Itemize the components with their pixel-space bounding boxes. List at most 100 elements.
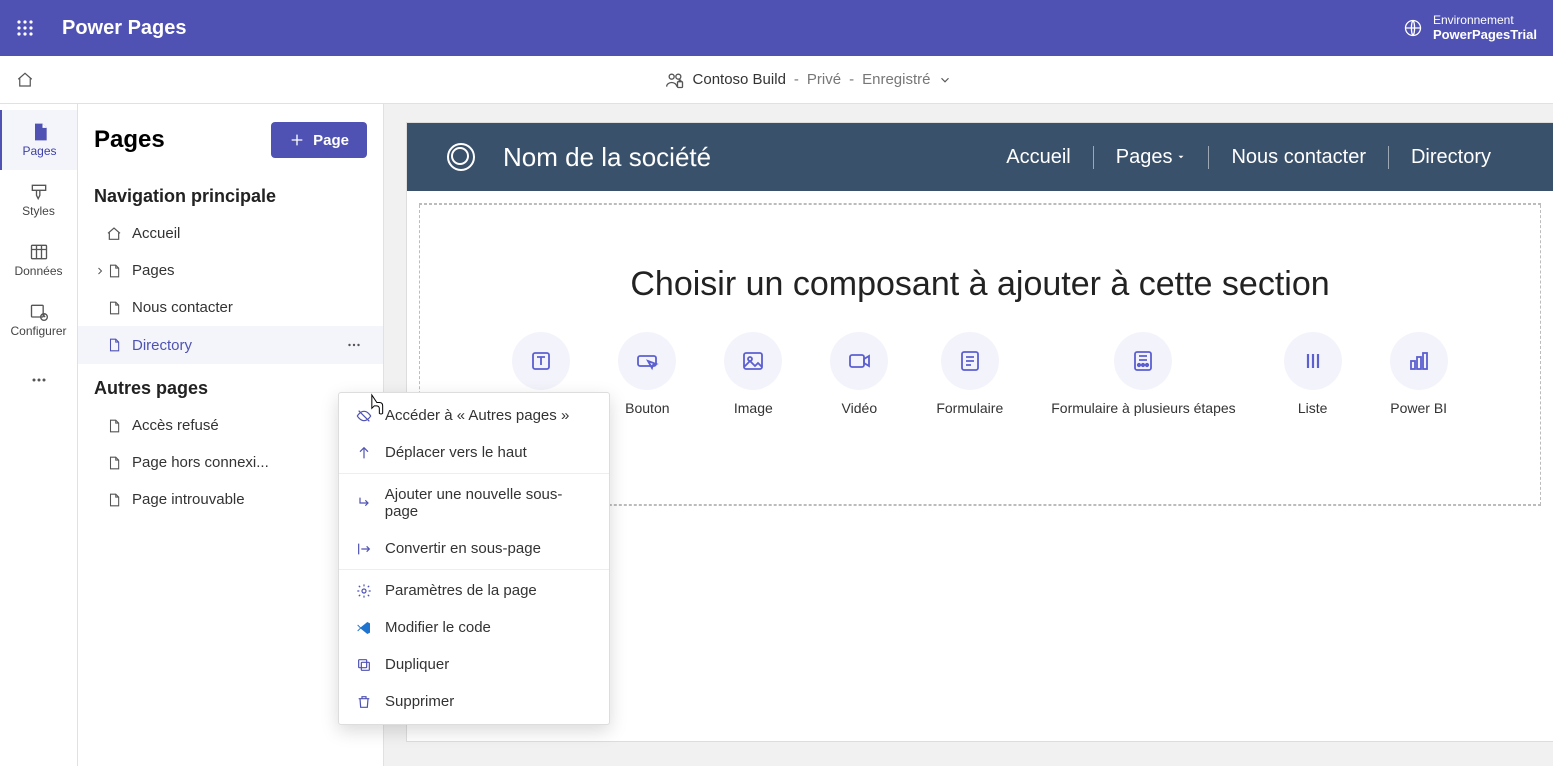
nav-item-configure[interactable]: Configurer bbox=[0, 290, 77, 350]
pages-panel-title: Pages bbox=[94, 126, 165, 154]
ctx-convert-subpage[interactable]: Convertir en sous-page bbox=[339, 530, 609, 567]
caret-down-icon bbox=[1176, 152, 1186, 162]
page-context-menu: Accéder à « Autres pages » Déplacer vers… bbox=[338, 392, 610, 725]
ctx-label: Accéder à « Autres pages » bbox=[385, 407, 569, 424]
component-form[interactable]: Formulaire bbox=[936, 332, 1003, 416]
site-nav-links: Accueil Pages Nous contacter Directory bbox=[984, 146, 1513, 169]
indent-icon bbox=[355, 541, 373, 557]
home-icon bbox=[106, 226, 122, 242]
form-icon bbox=[941, 332, 999, 390]
environment-picker[interactable]: Environnement PowerPagesTrial bbox=[1403, 13, 1537, 43]
add-page-label: Page bbox=[313, 132, 349, 149]
component-label: Vidéo bbox=[842, 400, 878, 416]
brush-icon bbox=[29, 182, 49, 202]
tree-item-label: Page introuvable bbox=[132, 491, 245, 508]
component-list[interactable]: Liste bbox=[1284, 332, 1342, 416]
tree-item-label: Accès refusé bbox=[132, 417, 219, 434]
tree-item-directory[interactable]: Directory bbox=[78, 326, 383, 364]
people-private-icon bbox=[665, 70, 685, 90]
pages-icon bbox=[30, 122, 50, 142]
environment-label: Environnement bbox=[1433, 13, 1537, 27]
nav-item-label: Pages bbox=[22, 144, 56, 158]
eye-off-icon bbox=[355, 408, 373, 424]
nav-item-pages[interactable]: Pages bbox=[0, 110, 77, 170]
ctx-add-subpage[interactable]: Ajouter une nouvelle sous-page bbox=[339, 476, 609, 530]
app-title[interactable]: Power Pages bbox=[62, 17, 187, 40]
site-sep1: - bbox=[794, 71, 799, 88]
header-left: Power Pages bbox=[16, 17, 187, 40]
site-link-accueil[interactable]: Accueil bbox=[984, 146, 1092, 169]
site-link-directory[interactable]: Directory bbox=[1388, 146, 1513, 169]
data-icon bbox=[29, 242, 49, 262]
button-icon bbox=[618, 332, 676, 390]
nav-item-label: Données bbox=[14, 264, 62, 278]
ctx-label: Convertir en sous-page bbox=[385, 540, 541, 557]
component-label: Formulaire bbox=[936, 400, 1003, 416]
sub-header-left bbox=[16, 71, 80, 89]
ctx-separator bbox=[339, 569, 609, 570]
chevron-right-icon[interactable] bbox=[94, 265, 106, 277]
site-sep2: - bbox=[849, 71, 854, 88]
add-subpage-icon bbox=[355, 495, 373, 511]
section-placeholder-title: Choisir un composant à ajouter à cette s… bbox=[420, 265, 1540, 304]
site-link-contact[interactable]: Nous contacter bbox=[1208, 146, 1388, 169]
image-icon bbox=[724, 332, 782, 390]
component-image[interactable]: Image bbox=[724, 332, 782, 416]
company-name[interactable]: Nom de la société bbox=[503, 142, 711, 173]
site-name: Contoso Build bbox=[693, 71, 786, 88]
configure-icon bbox=[29, 302, 49, 322]
chevron-down-icon bbox=[938, 73, 952, 87]
page-icon bbox=[106, 492, 122, 508]
tree-item-label: Pages bbox=[132, 262, 175, 279]
component-multistep-form[interactable]: Formulaire à plusieurs étapes bbox=[1051, 332, 1235, 416]
ctx-duplicate[interactable]: Dupliquer bbox=[339, 646, 609, 683]
site-nav-bar: Nom de la société Accueil Pages Nous con… bbox=[407, 123, 1553, 191]
ctx-delete[interactable]: Supprimer bbox=[339, 683, 609, 720]
ctx-edit-code[interactable]: Modifier le code bbox=[339, 609, 609, 646]
component-video[interactable]: Vidéo bbox=[830, 332, 888, 416]
component-label: Formulaire à plusieurs étapes bbox=[1051, 400, 1235, 416]
component-button[interactable]: Bouton bbox=[618, 332, 676, 416]
site-link-pages[interactable]: Pages bbox=[1093, 146, 1209, 169]
page-icon bbox=[106, 455, 122, 471]
powerbi-icon bbox=[1390, 332, 1448, 390]
tree-item-contact[interactable]: Nous contacter bbox=[78, 289, 383, 326]
add-page-button[interactable]: Page bbox=[271, 122, 367, 158]
tree-item-label: Page hors connexi... bbox=[132, 454, 269, 471]
vscode-icon bbox=[355, 620, 373, 636]
app-launcher-icon[interactable] bbox=[16, 19, 34, 37]
ctx-label: Déplacer vers le haut bbox=[385, 444, 527, 461]
sub-header: Contoso Build - Privé - Enregistré bbox=[0, 56, 1553, 104]
top-header: Power Pages Environnement PowerPagesTria… bbox=[0, 0, 1553, 56]
tree-item-accueil[interactable]: Accueil bbox=[78, 215, 383, 252]
tree-item-pages[interactable]: Pages bbox=[78, 252, 383, 289]
component-powerbi[interactable]: Power BI bbox=[1390, 332, 1448, 416]
home-icon[interactable] bbox=[16, 71, 34, 89]
environment-text: Environnement PowerPagesTrial bbox=[1433, 13, 1537, 43]
ctx-label: Supprimer bbox=[385, 693, 454, 710]
nav-item-styles[interactable]: Styles bbox=[0, 170, 77, 230]
ctx-label: Paramètres de la page bbox=[385, 582, 537, 599]
tree-item-label: Nous contacter bbox=[132, 299, 233, 316]
nav-item-more[interactable] bbox=[0, 350, 77, 410]
site-breadcrumb[interactable]: Contoso Build - Privé - Enregistré bbox=[80, 70, 1537, 90]
main-layout: Pages Styles Données Configurer bbox=[0, 104, 1553, 766]
arrow-up-icon bbox=[355, 445, 373, 461]
ctx-move-to-other-pages[interactable]: Accéder à « Autres pages » bbox=[339, 397, 609, 434]
site-privacy: Privé bbox=[807, 71, 841, 88]
environment-value: PowerPagesTrial bbox=[1433, 27, 1537, 43]
ctx-move-up[interactable]: Déplacer vers le haut bbox=[339, 434, 609, 471]
tree-item-label: Accueil bbox=[132, 225, 180, 242]
component-label: Image bbox=[734, 400, 773, 416]
list-icon bbox=[1284, 332, 1342, 390]
nav-item-data[interactable]: Données bbox=[0, 230, 77, 290]
tree-item-label: Directory bbox=[132, 337, 192, 354]
trash-icon bbox=[355, 694, 373, 710]
ctx-label: Dupliquer bbox=[385, 656, 449, 673]
tree-item-more-button[interactable] bbox=[341, 336, 367, 354]
ctx-page-settings[interactable]: Paramètres de la page bbox=[339, 572, 609, 609]
multistep-form-icon bbox=[1114, 332, 1172, 390]
text-icon bbox=[512, 332, 570, 390]
gear-icon bbox=[355, 583, 373, 599]
plus-icon bbox=[289, 132, 305, 148]
